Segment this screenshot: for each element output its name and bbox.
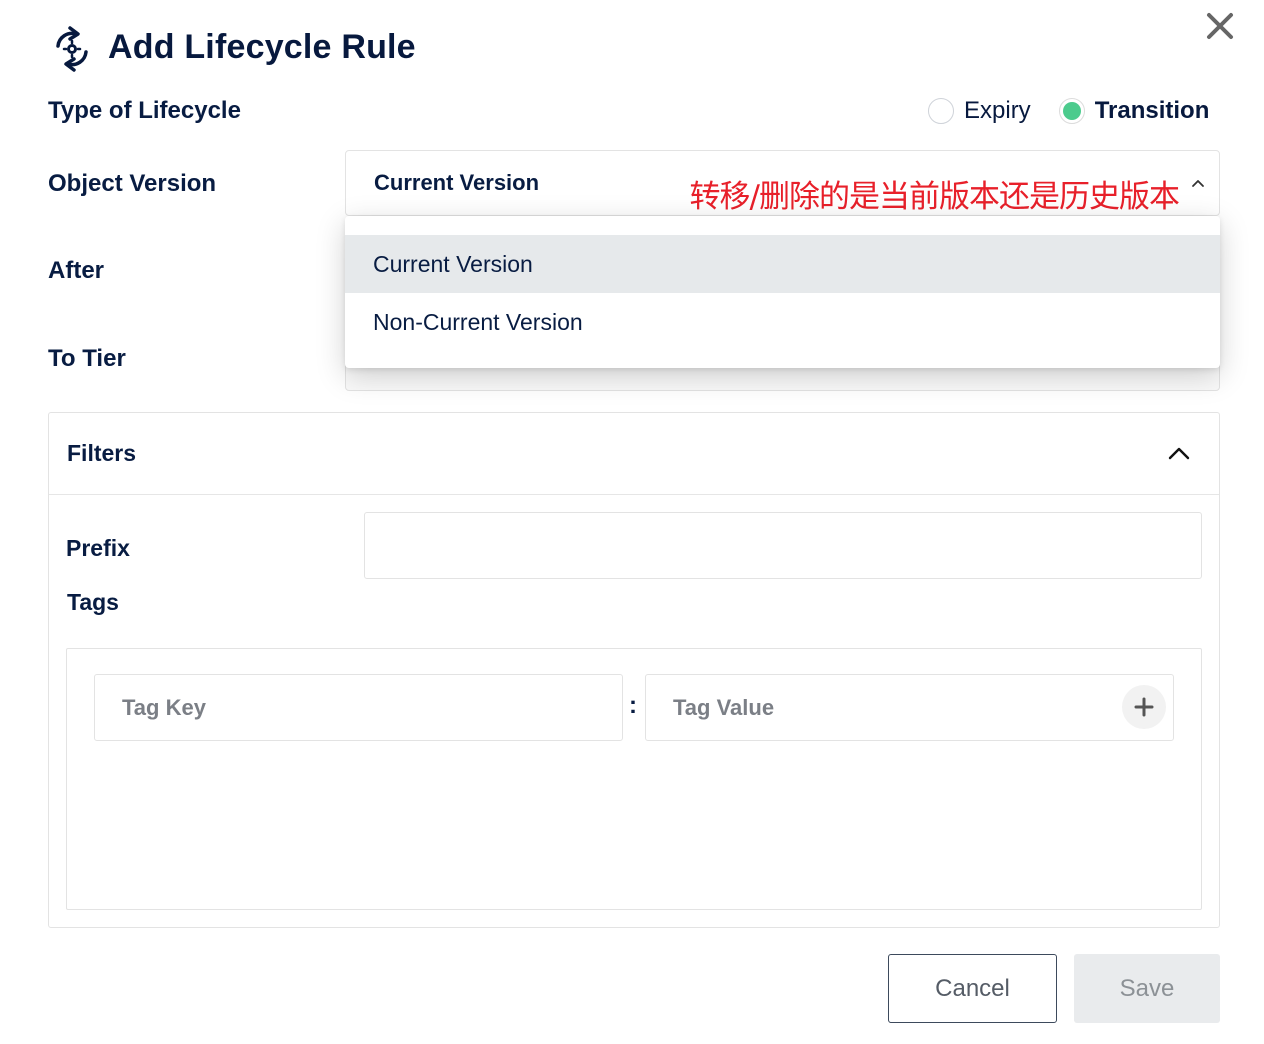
lifecycle-icon <box>50 26 92 72</box>
object-version-selected-value: Current Version <box>374 170 540 195</box>
prefix-input[interactable] <box>364 512 1202 579</box>
close-button[interactable] <box>1204 10 1236 42</box>
add-tag-button[interactable] <box>1122 685 1166 729</box>
chevron-up-icon <box>1191 171 1205 194</box>
cancel-button[interactable]: Cancel <box>888 954 1057 1023</box>
tag-separator: : <box>629 692 637 719</box>
tag-value-input[interactable]: Tag Value <box>645 674 1174 741</box>
tag-key-placeholder: Tag Key <box>122 695 206 720</box>
chevron-up-icon[interactable] <box>1167 441 1191 465</box>
plus-icon <box>1134 697 1154 717</box>
to-tier-label: To Tier <box>48 345 126 372</box>
modal-title: Add Lifecycle Rule <box>108 28 416 66</box>
tags-label: Tags <box>67 589 119 615</box>
object-version-select[interactable]: Current Version 转移/删除的是当前版本还是历史版本 <box>345 150 1220 216</box>
filters-header[interactable]: Filters <box>49 413 1219 495</box>
object-version-label: Object Version <box>48 170 217 197</box>
radio-expiry[interactable]: Expiry <box>928 97 1031 125</box>
filters-title: Filters <box>67 440 137 466</box>
option-current-version[interactable]: Current Version <box>345 235 1220 293</box>
after-label: After <box>48 257 105 284</box>
annotation-note: 转移/删除的是当前版本还是历史版本 <box>689 179 1180 215</box>
radio-circle[interactable] <box>928 98 954 124</box>
type-of-lifecycle-label: Type of Lifecycle <box>48 97 241 124</box>
prefix-label: Prefix <box>66 535 130 561</box>
radio-transition[interactable]: Transition <box>1058 97 1210 125</box>
radio-expiry-label: Expiry <box>964 97 1031 124</box>
tag-value-placeholder: Tag Value <box>673 695 775 720</box>
radio-circle[interactable] <box>1058 98 1085 124</box>
lifecycle-type-radio-group: Expiry Transition <box>928 94 1209 128</box>
option-non-current-version[interactable]: Non-Current Version <box>345 293 1220 351</box>
object-version-dropdown: Current Version Non-Current Version <box>345 216 1220 368</box>
radio-transition-label: Transition <box>1094 97 1210 124</box>
save-button[interactable]: Save <box>1074 954 1220 1023</box>
close-icon <box>1207 13 1233 39</box>
tag-key-input[interactable]: Tag Key <box>94 674 623 741</box>
